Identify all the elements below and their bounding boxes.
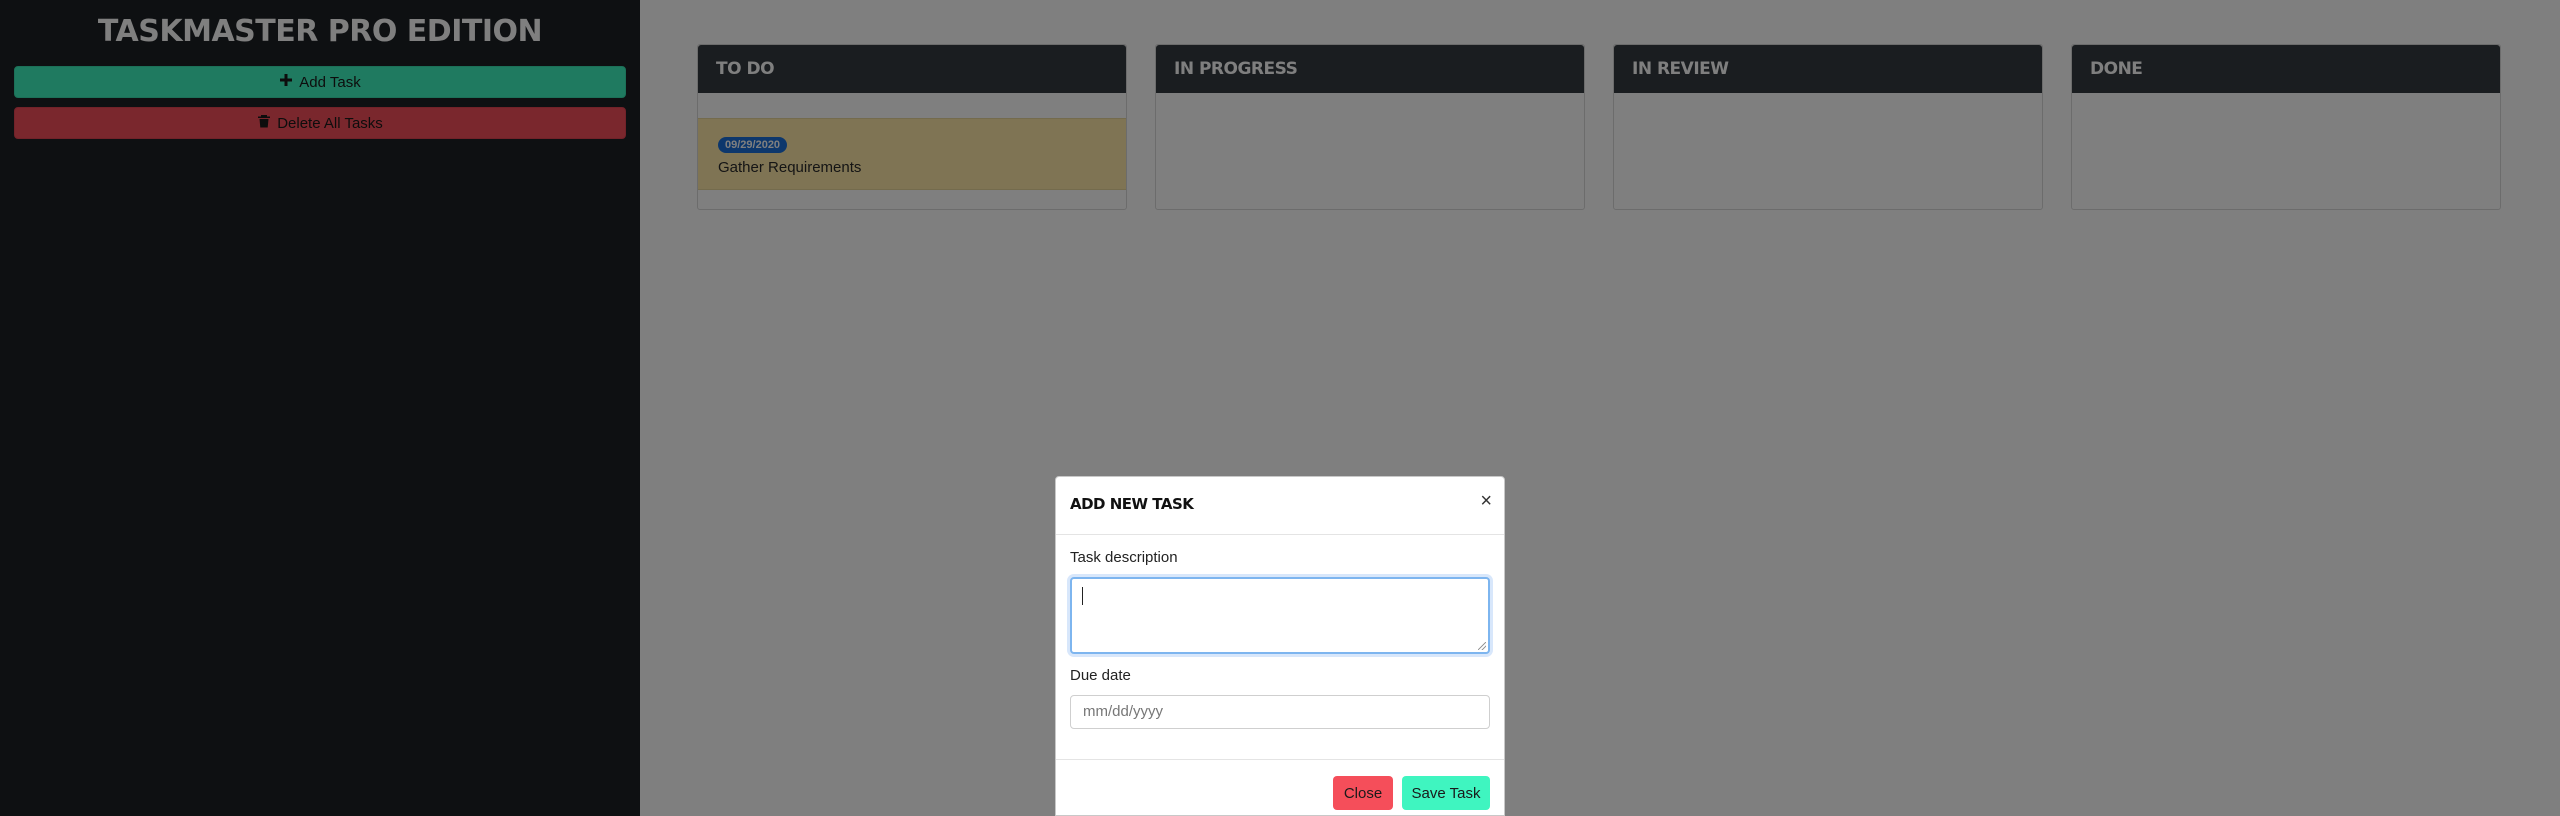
modal-title: ADD NEW TASK [1070,495,1194,513]
add-task-modal: ADD NEW TASK × Task description Due date… [1055,476,1505,816]
resize-handle[interactable] [1478,642,1486,650]
modal-footer: Close Save Task [1056,759,1504,816]
close-button[interactable]: Close [1333,776,1393,810]
close-icon[interactable]: × [1480,491,1492,511]
task-description-input[interactable] [1070,577,1490,654]
save-task-button[interactable]: Save Task [1402,776,1490,810]
due-date-label: Due date [1070,667,1131,684]
task-description-label: Task description [1070,549,1178,566]
due-date-input[interactable]: mm/dd/yyyy [1070,695,1490,729]
modal-header: ADD NEW TASK × [1056,477,1504,535]
text-cursor [1082,587,1083,605]
